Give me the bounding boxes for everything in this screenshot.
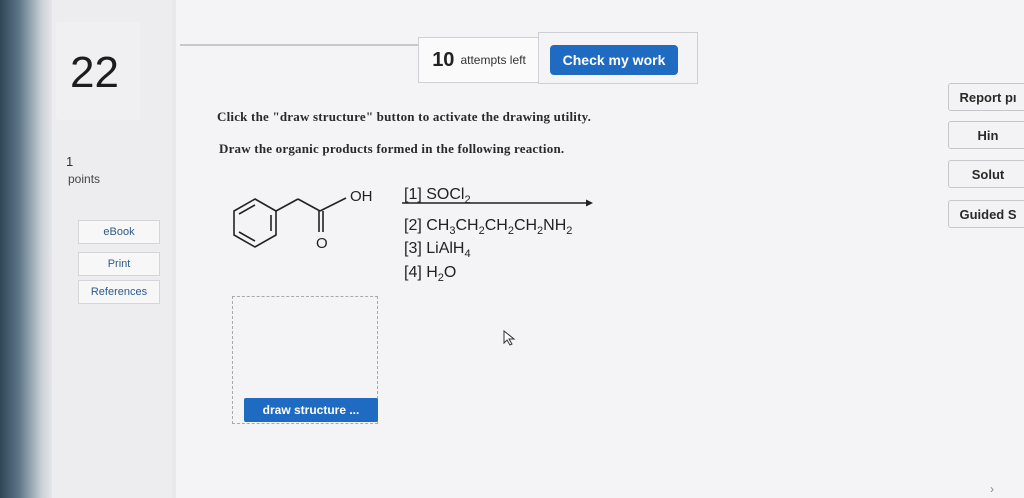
reaction-arrow [402, 199, 593, 207]
hint-button[interactable]: Hin [948, 121, 1024, 149]
question-number: 22 [70, 48, 119, 97]
check-my-work-button[interactable]: Check my work [550, 45, 678, 75]
chevron-right-icon: › [990, 482, 994, 496]
header-divider [180, 44, 420, 46]
guided-solution-button[interactable]: Guided S [948, 200, 1024, 228]
hydroxyl-label: OH [350, 188, 373, 205]
print-button[interactable]: Print [78, 252, 160, 276]
ebook-button[interactable]: eBook [78, 220, 160, 244]
references-button[interactable]: References [78, 280, 160, 304]
attempts-count: 10 [432, 48, 455, 71]
carbonyl-oxygen-label: O [316, 235, 328, 252]
draw-structure-button[interactable]: draw structure ... [244, 398, 378, 422]
reagent-3: [3] LiAlH4 [404, 240, 471, 261]
reagent-4: [4] H2O [404, 263, 457, 284]
attempts-left-indicator: 10 attempts left [418, 37, 540, 83]
reagent-2: [2] CH3CH2CH2CH2NH2 [404, 217, 573, 238]
report-problem-button[interactable]: Report pı [948, 83, 1024, 111]
points-label: points [68, 172, 101, 186]
mouse-cursor-icon [503, 330, 516, 346]
instruction-draw-products: Draw the organic products formed in the … [219, 141, 565, 156]
points-value: 1 [66, 154, 74, 169]
reactant-structure: OH O [233, 188, 373, 252]
attempts-label: attempts left [460, 53, 526, 67]
instruction-draw-utility: Click the "draw structure" button to act… [217, 109, 592, 124]
monitor-bezel [0, 0, 52, 498]
solution-button[interactable]: Solut [948, 160, 1024, 188]
benzene-ring [233, 198, 277, 248]
